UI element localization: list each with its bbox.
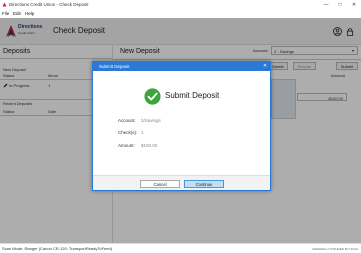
continue-button[interactable]: Continue <box>184 180 224 188</box>
account-field-label: Account: <box>118 118 136 123</box>
menu-edit[interactable]: Edit <box>13 11 21 16</box>
success-check-icon <box>144 88 161 105</box>
dialog-footer: Cancel Continue <box>93 175 270 190</box>
title-bar: Directions Credit Union - Check Deposit … <box>0 0 361 10</box>
app-window: Directions Credit Union - Check Deposit … <box>0 0 361 253</box>
submit-deposit-dialog: Submit Deposit ✕ Submit Deposit Account:… <box>92 61 271 191</box>
scan-mode-status: Scan Mode: Ranger (Canon CR-120: Transpo… <box>2 246 113 251</box>
menu-file[interactable]: File <box>2 11 9 16</box>
dialog-title-bar: Submit Deposit ✕ <box>93 62 270 71</box>
amount-field-label: Amount: <box>118 143 135 148</box>
dialog-title: Submit Deposit <box>99 64 130 69</box>
close-window-button[interactable]: ✕ <box>347 0 361 10</box>
dialog-close-button[interactable]: ✕ <box>260 62 270 71</box>
minimize-button[interactable]: — <box>319 0 333 10</box>
dialog-heading: Submit Deposit <box>165 91 220 100</box>
amount-field-value: $100.00 <box>141 143 158 148</box>
menu-help[interactable]: Help <box>25 11 34 16</box>
maximize-button[interactable]: □ <box>333 0 347 10</box>
cancel-button[interactable]: Cancel <box>140 180 180 188</box>
ncua-notice: FEDERALLY INSURED BY NCUA <box>312 247 358 251</box>
checks-field-value: 1 <box>141 130 144 135</box>
checks-field-label: Check(s): <box>118 130 138 135</box>
window-title: Directions Credit Union - Check Deposit <box>9 1 89 7</box>
account-field-value: 2/Savings <box>141 118 161 123</box>
menu-bar: File Edit Help <box>0 10 361 18</box>
app-icon <box>2 2 7 7</box>
status-bar: Scan Mode: Ranger (Canon CR-120: Transpo… <box>0 243 361 253</box>
